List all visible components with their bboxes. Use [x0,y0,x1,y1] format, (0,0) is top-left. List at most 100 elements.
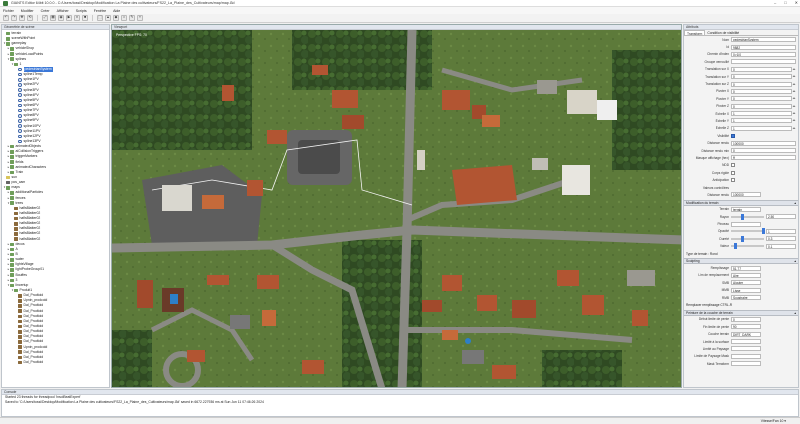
toolbar-button[interactable]: ⏸ [74,15,80,21]
attribute-value-field[interactable]: 0 [731,316,761,322]
menu-help[interactable]: Aide [113,9,120,13]
node-type-icon [14,232,18,236]
toolbar-button[interactable]: ⌖ [137,15,143,21]
toolbar-button[interactable]: ▲ [105,15,111,21]
checkbox[interactable] [731,163,735,168]
maximize-button[interactable]: □ [784,0,786,5]
attribute-label: Fin limite de pente [702,324,729,329]
attribute-value-field[interactable]: 1 [731,111,792,117]
attribute-value-field[interactable]: 90 [731,324,761,330]
attribute-value-field[interactable] [731,59,796,65]
toolbar-button[interactable]: ⌂ [121,15,127,21]
spin-arrows-icon[interactable]: ◂▸ [792,96,796,101]
spin-arrows-icon[interactable]: ◂▸ [792,118,796,123]
slider-knob[interactable] [740,213,744,220]
toolbar-button[interactable]: ■ [82,15,88,21]
tab-visibility-condition[interactable]: Condition de visibilité [705,30,741,35]
toolbar-button[interactable]: ▶ [66,15,72,21]
collapse-icon[interactable]: ▴ [794,259,798,263]
attribute-slider[interactable] [731,213,764,220]
map-view[interactable] [112,30,682,388]
toolbar-button[interactable]: ⬚ [97,15,103,21]
toolbar-button[interactable]: ↷ [11,15,17,21]
attribute-value-field[interactable]: 9882 [731,44,796,50]
attribute-row: Id 9882 [684,43,798,50]
menu-file[interactable]: Fichier [3,9,14,13]
attribute-value-field[interactable]: 1 [731,118,792,124]
spin-arrows-icon[interactable]: ◂▸ [792,89,796,94]
attribute-value-field[interactable]: 0 [731,148,796,154]
attribute-value-field[interactable]: 0.1 [766,243,796,249]
node-type-icon [18,360,22,365]
attribute-value-field[interactable]: 1 [766,228,796,234]
attribute-value-field[interactable]: terrain [731,206,761,212]
minimize-button[interactable]: – [774,0,776,5]
checkbox[interactable] [731,170,735,175]
checkbox[interactable] [731,178,735,183]
spin-arrows-icon[interactable]: ◂▸ [792,104,796,109]
attribute-value-field[interactable]: 0>1|0 [731,51,796,57]
spin-arrows-icon[interactable]: ◂▸ [792,82,796,87]
attribute-value-field[interactable]: ff [731,155,796,161]
attribute-value-field[interactable]: 100000 [731,192,761,198]
attribute-value-field[interactable]: 51.77 [731,265,761,271]
attribute-value-field[interactable]: Aire [731,272,761,278]
attribute-value-field[interactable]: 100000 [731,140,796,146]
attribute-value-field[interactable] [731,221,761,227]
attribute-value-field[interactable]: 0 [731,103,792,109]
toolbar-button[interactable]: ✎ [129,15,135,21]
collapse-icon[interactable]: ▴ [794,201,798,205]
attribute-slider[interactable] [731,228,766,235]
toolbar-button[interactable]: ▦ [50,15,56,21]
menu-scripts[interactable]: Scripts [76,9,87,13]
close-button[interactable]: ✕ [795,0,798,5]
attribute-value-field[interactable]: 0.3 [766,236,796,242]
spin-arrows-icon[interactable]: ◂▸ [792,67,796,72]
menu-create[interactable]: Créer [41,9,50,13]
toolbar-button[interactable]: ◆ [113,15,119,21]
attribute-value-field[interactable]: 0 [731,88,792,94]
spin-arrows-icon[interactable]: ◂▸ [792,126,796,131]
toolbar-button[interactable]: ⟲ [27,15,33,21]
attribute-slider[interactable] [731,243,764,250]
attribute-value-field[interactable]: pedestrianSystem [731,37,796,43]
attribute-slider[interactable] [731,235,764,242]
attribute-value-field[interactable]: 0 [731,81,792,87]
attribute-value-field[interactable]: Lisse [731,287,761,293]
attribute-row: Groupe verrouillé [684,58,798,65]
attribute-value-field[interactable]: Ajouter [731,280,761,286]
menu-view[interactable]: Afficher [57,9,69,13]
attribute-row: Distance rendu min 0 [684,147,798,154]
menu-edit[interactable]: Modifier [21,9,34,13]
tree-item[interactable]: Dal_Prodtoid [3,360,108,365]
spin-arrows-icon[interactable]: ◂▸ [792,111,796,116]
attribute-value-field[interactable] [731,346,761,352]
attribute-value-field[interactable]: 0 [731,74,792,80]
toolbar-button[interactable]: ✥ [19,15,25,21]
tab-transform[interactable]: Transform [684,30,706,36]
checkbox-row: Anticipation [684,176,798,183]
attribute-value-field[interactable]: 0 [731,66,792,72]
attribute-row: Masque affichage (hex) ff [684,154,798,161]
spin-arrows-icon[interactable]: ◂▸ [792,74,796,79]
slider-knob[interactable] [740,235,744,242]
toolbar-button[interactable]: ⤢ [42,15,48,21]
attribute-value-field[interactable] [731,339,761,345]
camera-speed-select[interactable]: Vitesse/Fan 10 ▾ [761,418,786,424]
menu-window[interactable]: Fenêtre [94,9,106,13]
attribute-value-field[interactable]: 1 [731,125,792,131]
attribute-value-field[interactable] [731,361,761,367]
toolbar-button[interactable]: ↶ [3,15,9,21]
attribute-value-field[interactable]: 2.50 [766,214,796,220]
slider-knob[interactable] [734,243,738,250]
viewport[interactable]: Viewport Perspective FPS: 70 [111,24,682,388]
node-type-icon [10,165,14,170]
checkbox[interactable] [731,133,735,138]
collapse-icon[interactable]: ▴ [794,311,798,315]
attribute-value-field[interactable] [731,353,761,359]
slider-knob[interactable] [762,228,766,235]
toolbar-button[interactable]: ◉ [58,15,64,21]
attribute-value-field[interactable]: DIRT_DARK [731,331,761,337]
attribute-value-field[interactable]: Soustraire [731,295,761,301]
attribute-value-field[interactable]: 0 [731,96,792,102]
